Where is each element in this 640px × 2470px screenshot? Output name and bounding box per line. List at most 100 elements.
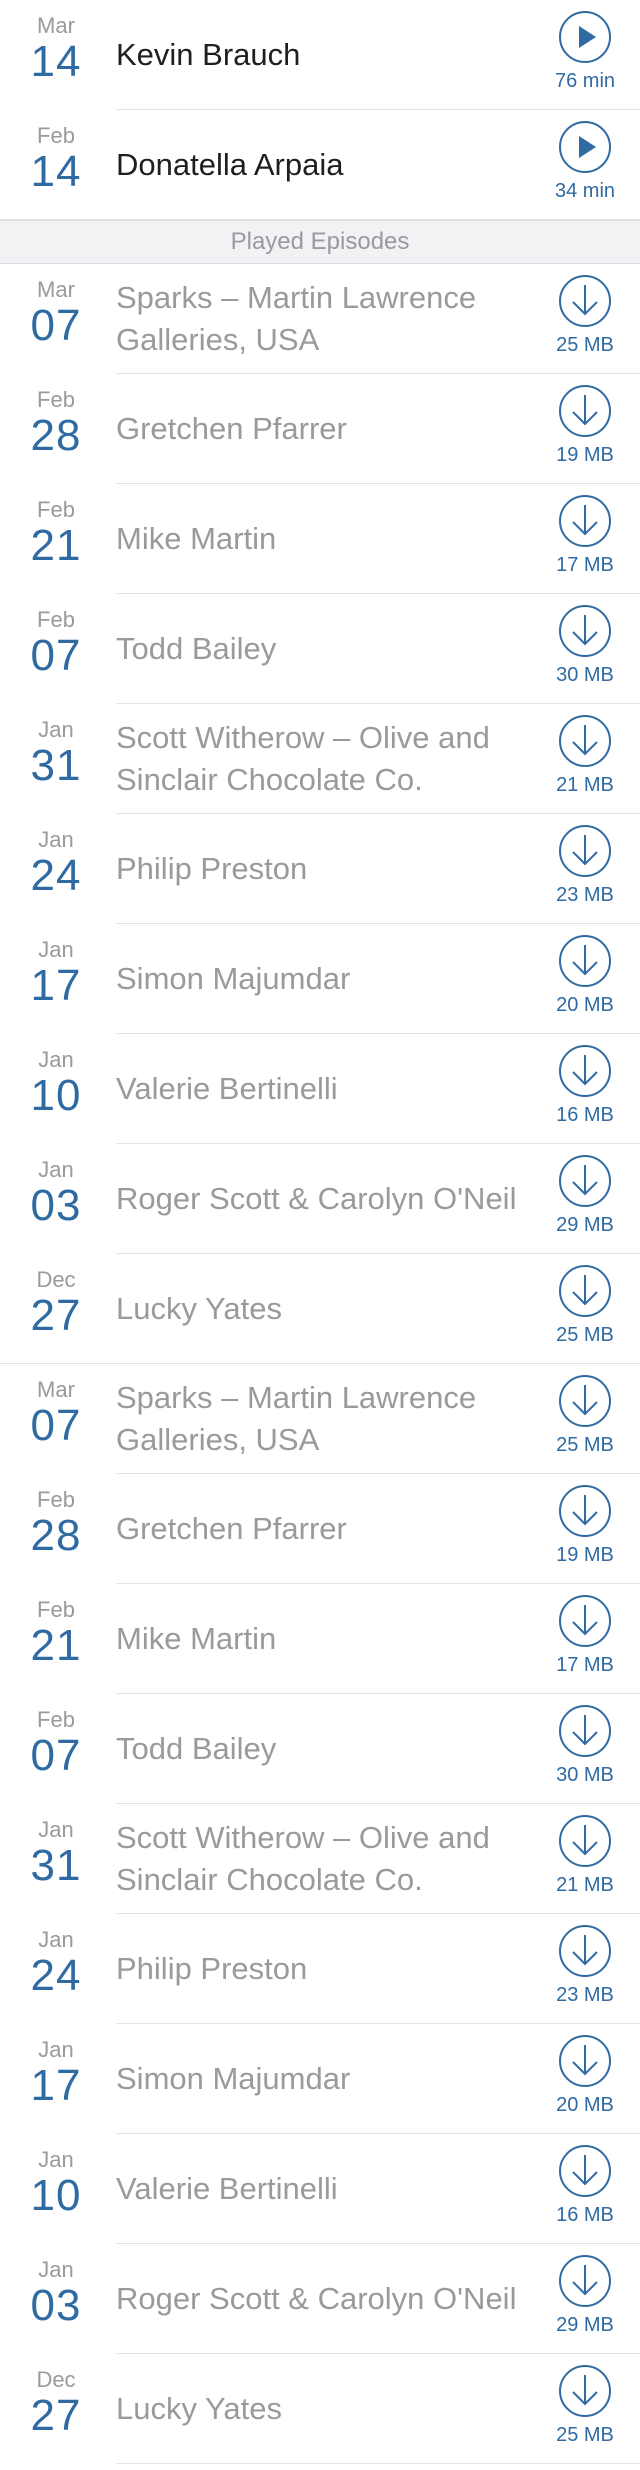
download-icon[interactable] <box>558 494 612 548</box>
episode-row[interactable]: Jan 03 Roger Scott & Carolyn O'Neil 29 M… <box>0 2244 640 2354</box>
episode-day: 31 <box>30 741 82 790</box>
episode-file-size: 20 MB <box>556 2094 614 2116</box>
download-button[interactable]: 21 MB <box>540 1814 630 1896</box>
download-button[interactable]: 19 MB <box>540 1484 630 1566</box>
download-icon[interactable] <box>558 604 612 658</box>
download-button[interactable]: 25 MB <box>540 274 630 356</box>
download-button[interactable]: 25 MB <box>540 1264 630 1346</box>
download-icon[interactable] <box>558 1374 612 1428</box>
episode-day: 03 <box>30 1181 82 1230</box>
episode-row[interactable]: Mar 07 Sparks – Martin Lawrence Gallerie… <box>0 264 640 374</box>
episode-row[interactable]: Feb 14 Donatella Arpaia 34 min <box>0 110 640 220</box>
download-button[interactable]: 16 MB <box>540 1044 630 1126</box>
download-icon[interactable] <box>558 274 612 328</box>
episode-row[interactable]: Feb 21 Mike Martin 17 MB <box>0 1584 640 1694</box>
episode-row[interactable]: Jan 17 Simon Majumdar 20 MB <box>0 2024 640 2134</box>
download-button[interactable]: 17 MB <box>540 1594 630 1676</box>
download-icon[interactable] <box>558 714 612 768</box>
download-button[interactable]: 19 MB <box>540 384 630 466</box>
episode-file-size: 30 MB <box>556 1764 614 1786</box>
download-button[interactable]: 23 MB <box>540 1924 630 2006</box>
episode-month: Feb <box>37 387 75 412</box>
episode-row[interactable]: Jan 17 Simon Majumdar 20 MB <box>0 924 640 1034</box>
episode-row[interactable]: Feb 28 Gretchen Pfarrer 19 MB <box>0 374 640 484</box>
download-button[interactable]: 20 MB <box>540 934 630 1016</box>
episode-month: Dec <box>36 2367 76 2392</box>
episode-row[interactable]: Jan 31 Scott Witherow – Olive and Sincla… <box>0 704 640 814</box>
episode-day: 07 <box>30 1731 82 1780</box>
episode-title: Valerie Bertinelli <box>116 2171 338 2206</box>
episode-file-size: 29 MB <box>556 1214 614 1236</box>
episode-title: Lucky Yates <box>116 2391 283 2426</box>
episode-date: Mar 14 <box>0 14 112 86</box>
download-icon[interactable] <box>558 824 612 878</box>
episode-row[interactable]: Jan 31 Scott Witherow – Olive and Sincla… <box>0 1804 640 1914</box>
play-button[interactable]: 34 min <box>540 120 630 202</box>
download-button[interactable]: 21 MB <box>540 714 630 796</box>
episode-row[interactable]: Dec 27 Lucky Yates 25 MB <box>0 1254 640 1364</box>
episode-month: Feb <box>37 1597 75 1622</box>
download-button[interactable]: 16 MB <box>540 2144 630 2226</box>
download-icon[interactable] <box>558 1484 612 1538</box>
episode-row[interactable]: Mar 07 Sparks – Martin Lawrence Gallerie… <box>0 1364 640 1474</box>
episode-row[interactable]: Dec 27 Lucky Yates 25 MB <box>0 2354 640 2464</box>
episode-day: 10 <box>30 2171 82 2220</box>
played-episodes-header: Played Episodes <box>0 220 640 264</box>
episode-row[interactable]: Jan 10 Valerie Bertinelli 16 MB <box>0 2134 640 2244</box>
episode-month: Feb <box>37 607 75 632</box>
episode-date: Mar 07 <box>0 1378 112 1450</box>
episode-row[interactable]: Feb 07 Todd Bailey 30 MB <box>0 594 640 704</box>
download-icon[interactable] <box>558 2364 612 2418</box>
download-button[interactable]: 25 MB <box>540 1374 630 1456</box>
episode-title: Simon Majumdar <box>116 2061 351 2096</box>
episode-row[interactable]: Jan 10 Valerie Bertinelli 16 MB <box>0 1034 640 1144</box>
episode-month: Mar <box>37 277 75 302</box>
episode-title: Sparks – Martin Lawrence Galleries, USA <box>116 1380 477 1457</box>
download-icon[interactable] <box>558 2254 612 2308</box>
episode-file-size: 17 MB <box>556 1654 614 1676</box>
play-icon[interactable] <box>558 120 612 174</box>
download-icon[interactable] <box>558 1044 612 1098</box>
episode-row[interactable]: Feb 07 Todd Bailey 30 MB <box>0 1694 640 1804</box>
download-button[interactable]: 23 MB <box>540 824 630 906</box>
episode-date: Jan 10 <box>0 2148 112 2220</box>
episode-month: Dec <box>36 1267 76 1292</box>
episode-file-size: 25 MB <box>556 334 614 356</box>
episode-title: Lucky Yates <box>116 1291 283 1326</box>
download-button[interactable]: 30 MB <box>540 604 630 686</box>
download-icon[interactable] <box>558 934 612 988</box>
episode-month: Feb <box>37 123 75 148</box>
download-icon[interactable] <box>558 1704 612 1758</box>
episode-row[interactable]: Jan 03 Roger Scott & Carolyn O'Neil 29 M… <box>0 1144 640 1254</box>
episode-day: 07 <box>30 631 82 680</box>
download-button[interactable]: 20 MB <box>540 2034 630 2116</box>
episode-row[interactable]: Jan 24 Philip Preston 23 MB <box>0 1914 640 2024</box>
download-icon[interactable] <box>558 1594 612 1648</box>
episode-title: Gretchen Pfarrer <box>116 411 347 446</box>
download-button[interactable]: 29 MB <box>540 2254 630 2336</box>
episode-title: Roger Scott & Carolyn O'Neil <box>116 1181 517 1216</box>
episode-row[interactable]: Mar 14 Kevin Brauch 76 min <box>0 0 640 110</box>
download-icon[interactable] <box>558 2034 612 2088</box>
play-icon[interactable] <box>558 10 612 64</box>
download-button[interactable]: 30 MB <box>540 1704 630 1786</box>
episode-day: 28 <box>30 411 82 460</box>
episode-row[interactable]: Feb 21 Mike Martin 17 MB <box>0 484 640 594</box>
episode-row[interactable]: Jan 24 Philip Preston 23 MB <box>0 814 640 924</box>
episode-date: Jan 24 <box>0 1928 112 2000</box>
download-icon[interactable] <box>558 1264 612 1318</box>
episode-file-size: 30 MB <box>556 664 614 686</box>
download-icon[interactable] <box>558 2144 612 2198</box>
download-button[interactable]: 25 MB <box>540 2364 630 2446</box>
download-icon[interactable] <box>558 1924 612 1978</box>
download-button[interactable]: 17 MB <box>540 494 630 576</box>
download-icon[interactable] <box>558 1154 612 1208</box>
download-button[interactable]: 29 MB <box>540 1154 630 1236</box>
episode-month: Jan <box>38 1817 74 1842</box>
episode-file-size: 21 MB <box>556 774 614 796</box>
download-icon[interactable] <box>558 384 612 438</box>
play-button[interactable]: 76 min <box>540 10 630 92</box>
episode-date: Dec 27 <box>0 1268 112 1340</box>
download-icon[interactable] <box>558 1814 612 1868</box>
episode-row[interactable]: Feb 28 Gretchen Pfarrer 19 MB <box>0 1474 640 1584</box>
